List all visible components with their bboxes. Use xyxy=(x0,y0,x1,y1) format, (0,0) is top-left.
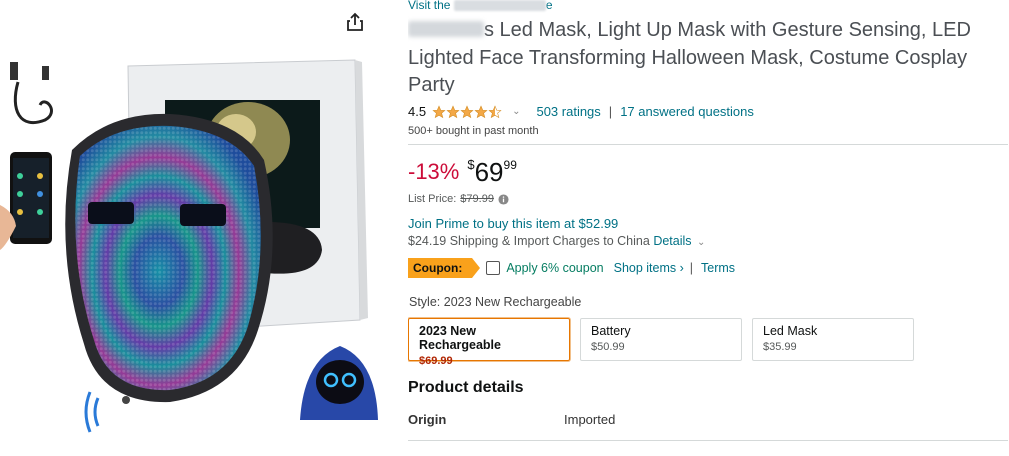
detail-key: Origin xyxy=(408,412,447,427)
product-detail-row: Origin Imported xyxy=(408,412,615,427)
separator: | xyxy=(689,261,694,275)
coupon-checkbox[interactable] xyxy=(486,261,501,275)
rating-value: 4.5 xyxy=(408,104,427,119)
list-price-value: $79.99 xyxy=(460,193,494,205)
price-block: -13% $ 69 99 xyxy=(408,157,517,187)
redacted-brand xyxy=(408,21,484,37)
price-currency: $ xyxy=(467,157,475,172)
price-whole: 69 xyxy=(474,157,504,187)
divider xyxy=(408,440,1008,441)
style-selector-label: Style: 2023 New Rechargeable xyxy=(409,295,581,309)
chevron-down-icon[interactable]: ⌄ xyxy=(697,237,705,248)
apply-coupon-label[interactable]: Apply 6% coupon xyxy=(506,261,603,275)
star-icon xyxy=(446,104,460,118)
rating-row: 4.5 ⌄ 503 ratings | 17 answered question… xyxy=(408,104,754,119)
product-details-panel: Visit the e s Led Mask, Light Up Mask wi… xyxy=(408,0,1009,456)
coupon-row: Coupon: Apply 6% coupon Shop items › | T… xyxy=(408,258,735,278)
style-option-name: Battery xyxy=(591,324,631,338)
questions-link[interactable]: 17 answered questions xyxy=(620,104,754,119)
style-option-name: 2023 New Rechargeable xyxy=(419,324,501,352)
shipping-text: $24.19 Shipping & Import Charges to Chin… xyxy=(408,234,650,248)
share-icon[interactable] xyxy=(344,11,366,33)
detail-value: Imported xyxy=(564,412,616,427)
product-image[interactable] xyxy=(0,0,385,446)
discount-percent: -13% xyxy=(408,159,460,184)
style-option-name: Led Mask xyxy=(763,324,818,338)
star-icon xyxy=(474,104,488,118)
style-option-battery[interactable]: Battery $50.99 xyxy=(580,318,742,361)
store-link-suffix[interactable]: e xyxy=(546,0,553,12)
list-price: List Price: $79.99 xyxy=(408,193,509,205)
star-half-icon xyxy=(488,104,502,118)
coupon-badge: Coupon: xyxy=(408,258,481,278)
style-option-price: $35.99 xyxy=(763,341,797,353)
ratings-link[interactable]: 503 ratings xyxy=(536,104,600,119)
store-link-prefix[interactable]: Visit the xyxy=(408,0,450,12)
style-option-price: $69.99 xyxy=(419,355,453,367)
redacted-brand xyxy=(453,0,546,12)
title-line-2: Lighted Face Transforming Halloween Mask… xyxy=(408,46,968,69)
style-option-price: $50.99 xyxy=(591,341,625,353)
star-icon xyxy=(460,104,474,118)
info-icon[interactable] xyxy=(498,193,509,205)
bought-count: 500+ bought in past month xyxy=(408,125,539,137)
shop-items-link[interactable]: Shop items › xyxy=(614,261,684,275)
product-image-panel xyxy=(0,0,390,456)
store-link[interactable]: Visit the e xyxy=(408,0,553,12)
divider xyxy=(408,144,1008,145)
list-price-label: List Price: xyxy=(408,193,457,205)
style-selected-value: 2023 New Rechargeable xyxy=(443,295,582,309)
style-option-2023-new-rechargeable[interactable]: 2023 New Rechargeable $69.99 xyxy=(408,318,570,367)
product-title: s Led Mask, Light Up Mask with Gesture S… xyxy=(408,17,1009,100)
star-rating[interactable] xyxy=(432,104,502,119)
style-options: 2023 New Rechargeable $69.99 Battery $50… xyxy=(408,318,924,367)
prime-offer-link[interactable]: Join Prime to buy this item at $52.99 xyxy=(408,216,618,231)
terms-link[interactable]: Terms xyxy=(701,261,735,275)
star-icon xyxy=(432,104,446,118)
shipping-info: $24.19 Shipping & Import Charges to Chin… xyxy=(408,234,705,248)
style-label: Style: xyxy=(409,295,441,309)
shipping-details-link[interactable]: Details xyxy=(653,234,691,248)
product-details-heading: Product details xyxy=(408,379,524,396)
title-line-3: Party xyxy=(408,74,455,96)
separator: | xyxy=(608,104,613,119)
style-option-led-mask[interactable]: Led Mask $35.99 xyxy=(752,318,914,361)
chevron-down-icon[interactable]: ⌄ xyxy=(512,106,520,117)
price-fraction: 99 xyxy=(503,158,517,172)
title-line-1: s Led Mask, Light Up Mask with Gesture S… xyxy=(484,19,971,41)
